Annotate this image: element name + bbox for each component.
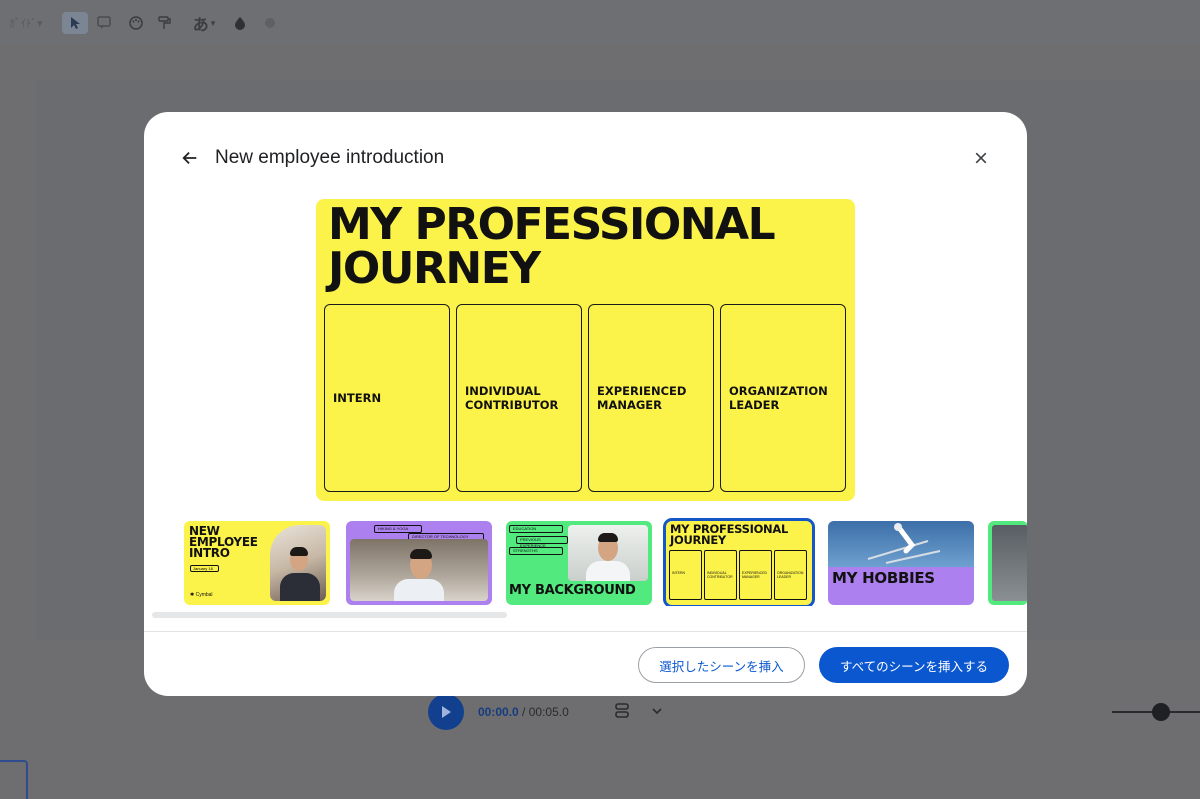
play-button[interactable] <box>428 694 464 730</box>
playback-controls: 00:00.0 / 00:05.0 <box>428 694 569 730</box>
stage-label: INDIVIDUAL CONTRIBUTOR <box>465 384 559 412</box>
hobby-photo <box>828 521 974 567</box>
scene-thumbnail-strip: NEW EMPLOYEE INTRO January 18 ✱ Cymbal H… <box>182 518 1027 606</box>
insert-all-scenes-button[interactable]: すべてのシーンを挿入する <box>819 647 1009 683</box>
select-cursor-icon[interactable] <box>62 12 88 34</box>
scene-thumbnail[interactable]: EDUCATION PREVIOUS EXPERIENCE STRENGTHS … <box>506 521 652 605</box>
scene-thumbnail[interactable] <box>988 521 1027 605</box>
mini-stage: INTERN <box>669 550 702 600</box>
duration: 00:05.0 <box>528 705 569 719</box>
insert-selected-scene-button[interactable]: 選択したシーンを挿入 <box>638 647 805 683</box>
mini-stage-label: INTERN <box>672 571 686 575</box>
zoom-slider-thumb[interactable] <box>1152 703 1170 721</box>
scene-thumbnail[interactable]: NEW EMPLOYEE INTRO January 18 ✱ Cymbal <box>184 521 330 605</box>
scene-thumbnail[interactable]: MY HOBBIES <box>828 521 974 605</box>
back-arrow-icon[interactable] <box>178 146 202 170</box>
layers-icon[interactable] <box>614 702 630 720</box>
format-paint-icon[interactable] <box>154 12 174 34</box>
brush-icon[interactable] <box>260 12 280 34</box>
template-dialog: New employee introduction MY PROFESSIONA… <box>144 112 1027 696</box>
footer-divider <box>144 631 1027 632</box>
scene-frame[interactable] <box>0 760 28 799</box>
thumbnail-caption: MY HOBBIES <box>832 569 935 587</box>
mini-stage: ORGANIZATION LEADER <box>774 550 807 600</box>
close-icon[interactable] <box>969 146 993 170</box>
play-icon <box>442 706 451 718</box>
stage-label: INTERN <box>333 391 382 405</box>
guide-dropdown[interactable]: ｶﾞｲﾄﾞ▾ <box>0 12 52 34</box>
thumbnail-label: EDUCATION <box>509 525 563 533</box>
person-photo <box>350 539 488 601</box>
comment-icon[interactable] <box>94 12 114 34</box>
scene-preview: MY PROFESSIONAL JOURNEY INTERN INDIVIDUA… <box>316 199 855 501</box>
dialog-title: New employee introduction <box>215 147 445 168</box>
thumbnail-caption: MY BACKGROUND <box>509 583 636 598</box>
fill-drop-icon[interactable] <box>230 12 250 34</box>
mini-stage-label: INDIVIDUAL CONTRIBUTOR <box>707 571 733 579</box>
time-readout: 00:00.0 / 00:05.0 <box>478 705 569 719</box>
stage-label: EXPERIENCED MANAGER <box>597 384 687 412</box>
stage-label: ORGANIZATION LEADER <box>729 384 828 412</box>
stage-card: ORGANIZATION LEADER <box>720 304 846 492</box>
stage-card: INTERN <box>324 304 450 492</box>
thumbnail-brand: ✱ Cymbal <box>190 592 213 598</box>
person-photo <box>270 525 326 601</box>
thumbnail-label: PREVIOUS EXPERIENCE <box>516 536 568 548</box>
editor-toolbar: ｶﾞｲﾄﾞ▾ あ ▾ <box>0 0 1200 44</box>
mini-stage-label: ORGANIZATION LEADER <box>777 571 804 579</box>
thumbnail-label: STRENGTHS <box>509 547 563 555</box>
text-style-label: あ <box>192 17 209 34</box>
thumbnail-date: January 18 <box>190 565 219 572</box>
thumbnail-title: MY PROFESSIONAL JOURNEY <box>670 522 789 547</box>
current-time: 00:00.0 <box>478 705 519 719</box>
mini-stage-label: EXPERIENCED MANAGER <box>742 571 768 579</box>
palette-icon[interactable] <box>126 12 146 34</box>
stage-card: EXPERIENCED MANAGER <box>588 304 714 492</box>
chevron-down-icon[interactable] <box>650 704 664 718</box>
preview-title: MY PROFESSIONAL JOURNEY <box>328 199 776 294</box>
mini-stage: INDIVIDUAL CONTRIBUTOR <box>704 550 737 600</box>
time-separator: / <box>518 705 529 719</box>
stage-card: INDIVIDUAL CONTRIBUTOR <box>456 304 582 492</box>
thumbnail-title: NEW EMPLOYEE INTRO <box>189 524 258 560</box>
thumbnail-photo <box>992 525 1027 601</box>
scene-thumbnail[interactable]: HIKING & YOGA DIRECTOR OF TECHNOLOGY <box>346 521 492 605</box>
mini-stage: EXPERIENCED MANAGER <box>739 550 772 600</box>
chevron-down-icon: ▾ <box>210 17 216 28</box>
skier-illustration <box>867 523 941 564</box>
thumbnail-label: HIKING & YOGA <box>374 525 422 533</box>
scene-thumbnail-selected[interactable]: MY PROFESSIONAL JOURNEY INTERN INDIVIDUA… <box>663 518 815 606</box>
thumbnail-scrollbar[interactable] <box>152 612 507 618</box>
person-photo <box>568 525 648 581</box>
text-style-icon[interactable]: あ ▾ <box>188 12 220 34</box>
